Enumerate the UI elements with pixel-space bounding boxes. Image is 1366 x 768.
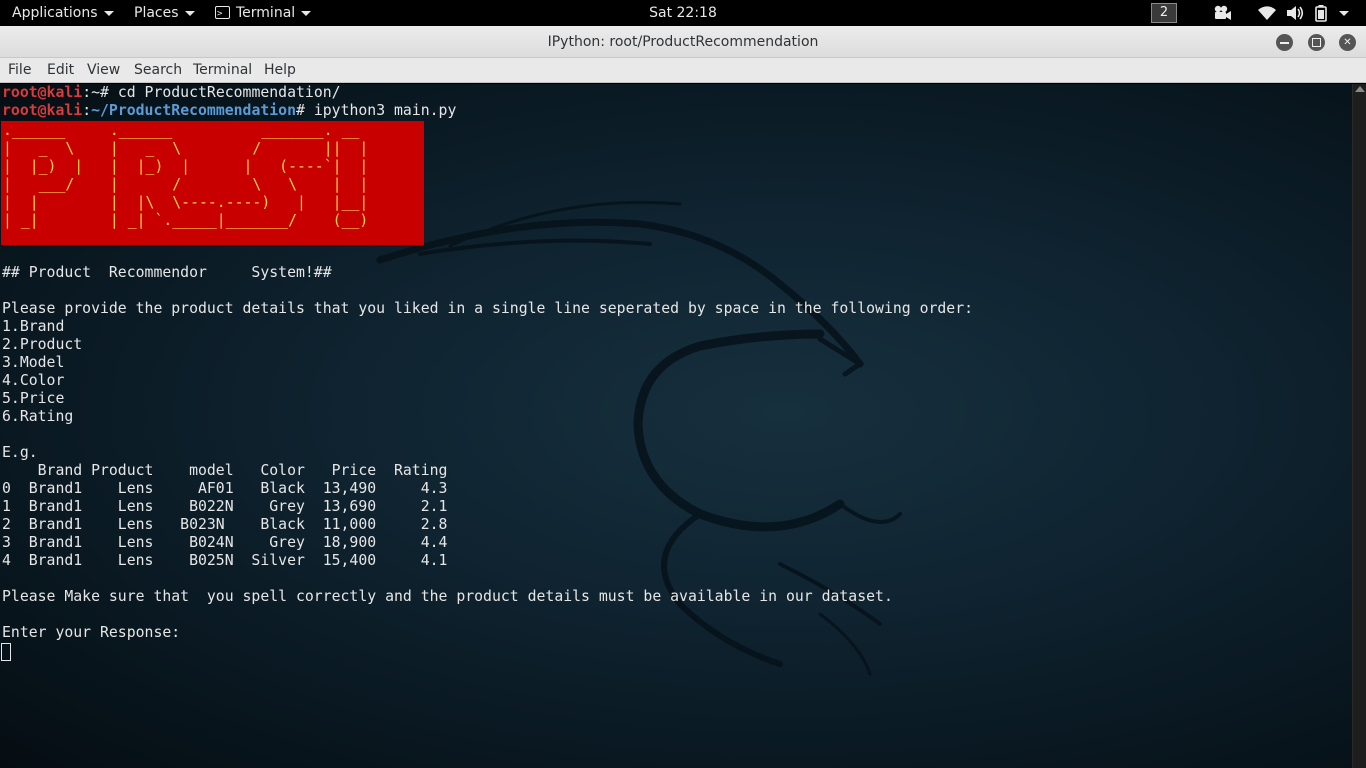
prompt-user: root@kali — [2, 84, 83, 101]
menu-view[interactable]: View — [87, 58, 120, 83]
volume-icon[interactable] — [1285, 4, 1305, 22]
ascii-art-prs: .______ .______ _______. __ | _ \ | _ \ … — [3, 122, 369, 229]
wifi-icon[interactable] — [1257, 4, 1277, 22]
prompt-sep: :~# — [82, 84, 118, 101]
prompt-line-2: root@kali:~/ProductRecommendation# ipyth… — [2, 102, 456, 120]
minimize-button[interactable] — [1276, 34, 1293, 51]
field-item: 1.Brand — [2, 318, 65, 335]
menu-edit[interactable]: Edit — [47, 58, 74, 83]
top-panel: Applications Places Terminal Sat 22:18 2 — [0, 0, 1366, 27]
instruction-text: Please provide the product details that … — [2, 300, 974, 317]
prompt-user: root@kali — [2, 102, 83, 119]
field-item: 6.Rating — [2, 408, 74, 425]
prompt-sep: : — [82, 102, 92, 119]
table-row: 1 Brand1 Lens B022N Grey 13,690 2.1 — [2, 498, 448, 515]
example-label: E.g. — [2, 444, 38, 461]
field-item: 5.Price — [2, 390, 65, 407]
menu-terminal[interactable]: Terminal — [193, 58, 252, 83]
ascii-banner: .______ .______ _______. __ | _ \ | _ \ … — [1, 121, 424, 245]
response-prompt: Enter your Response: — [2, 624, 181, 641]
window-titlebar[interactable]: IPython: root/ProductRecommendation — [0, 26, 1366, 58]
command-text: ipython3 main.py — [313, 102, 457, 119]
note-text: Please Make sure that you spell correctl… — [2, 588, 893, 605]
system-heading: ## Product Recommendor System!## — [2, 264, 332, 281]
menu-bar: File Edit View Search Terminal Help — [0, 58, 1366, 83]
prompt-line-1: root@kali:~# cd ProductRecommendation/ — [2, 84, 341, 102]
close-button[interactable] — [1339, 34, 1356, 51]
power-menu-icon[interactable] — [1337, 4, 1351, 22]
video-icon[interactable] — [1212, 4, 1232, 22]
prompt-hash: # — [296, 102, 314, 119]
command-text: cd ProductRecommendation/ — [117, 84, 341, 101]
table-row: 4 Brand1 Lens B025N Silver 15,400 4.1 — [2, 552, 448, 569]
battery-icon[interactable] — [1313, 4, 1329, 22]
table-row: 2 Brand1 Lens B023N Black 11,000 2.8 — [2, 516, 448, 533]
table-row: 3 Brand1 Lens B024N Grey 18,900 4.4 — [2, 534, 448, 551]
terminal-area[interactable]: root@kali:~# cd ProductRecommendation/ r… — [0, 84, 1352, 768]
scroll-up-arrow-icon[interactable] — [1355, 86, 1365, 92]
prompt-path: ~/ProductRecommendation — [91, 102, 297, 119]
window-title: IPython: root/ProductRecommendation — [547, 34, 819, 50]
maximize-button[interactable] — [1308, 34, 1325, 51]
table-header: Brand Product model Color Price Rating — [2, 462, 448, 479]
terminal-scrollbar[interactable] — [1352, 84, 1366, 768]
field-item: 4.Color — [2, 372, 65, 389]
menu-help[interactable]: Help — [264, 58, 296, 83]
text-cursor[interactable] — [1, 643, 11, 661]
field-item: 3.Model — [2, 354, 65, 371]
menu-file[interactable]: File — [8, 58, 31, 83]
table-row: 0 Brand1 Lens AF01 Black 13,490 4.3 — [2, 480, 448, 497]
menu-search[interactable]: Search — [134, 58, 182, 83]
workspace-indicator[interactable]: 2 — [1151, 3, 1177, 23]
field-item: 2.Product — [2, 336, 83, 353]
